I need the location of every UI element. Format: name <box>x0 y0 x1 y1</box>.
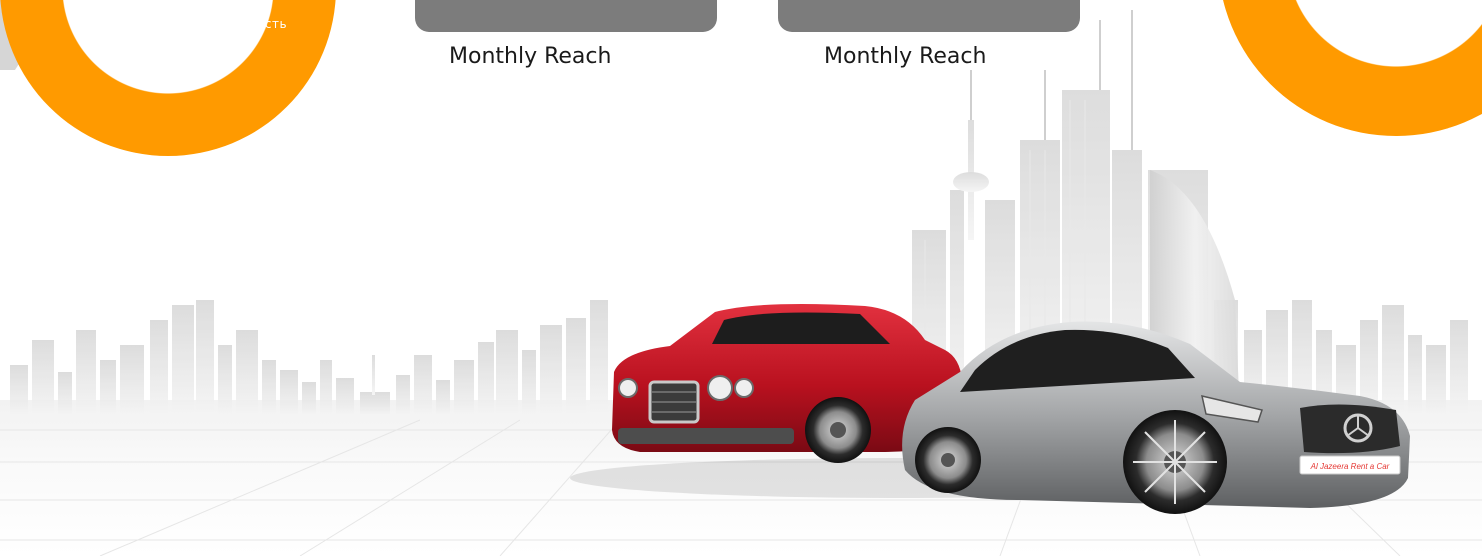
stat-card <box>415 0 717 32</box>
plate-text: Al Jazeera Rent a Car <box>1310 462 1390 471</box>
ring-caption: есть <box>257 17 288 31</box>
stat-label-monthly-reach: Monthly Reach <box>824 44 987 69</box>
stat-label-monthly-reach: Monthly Reach <box>449 44 612 69</box>
stat-card <box>778 0 1080 32</box>
silver-car: Al Jazeera Rent a Car <box>902 321 1410 514</box>
page: Al Jazeera Rent a Car есть Monthly Reach… <box>0 0 1482 556</box>
